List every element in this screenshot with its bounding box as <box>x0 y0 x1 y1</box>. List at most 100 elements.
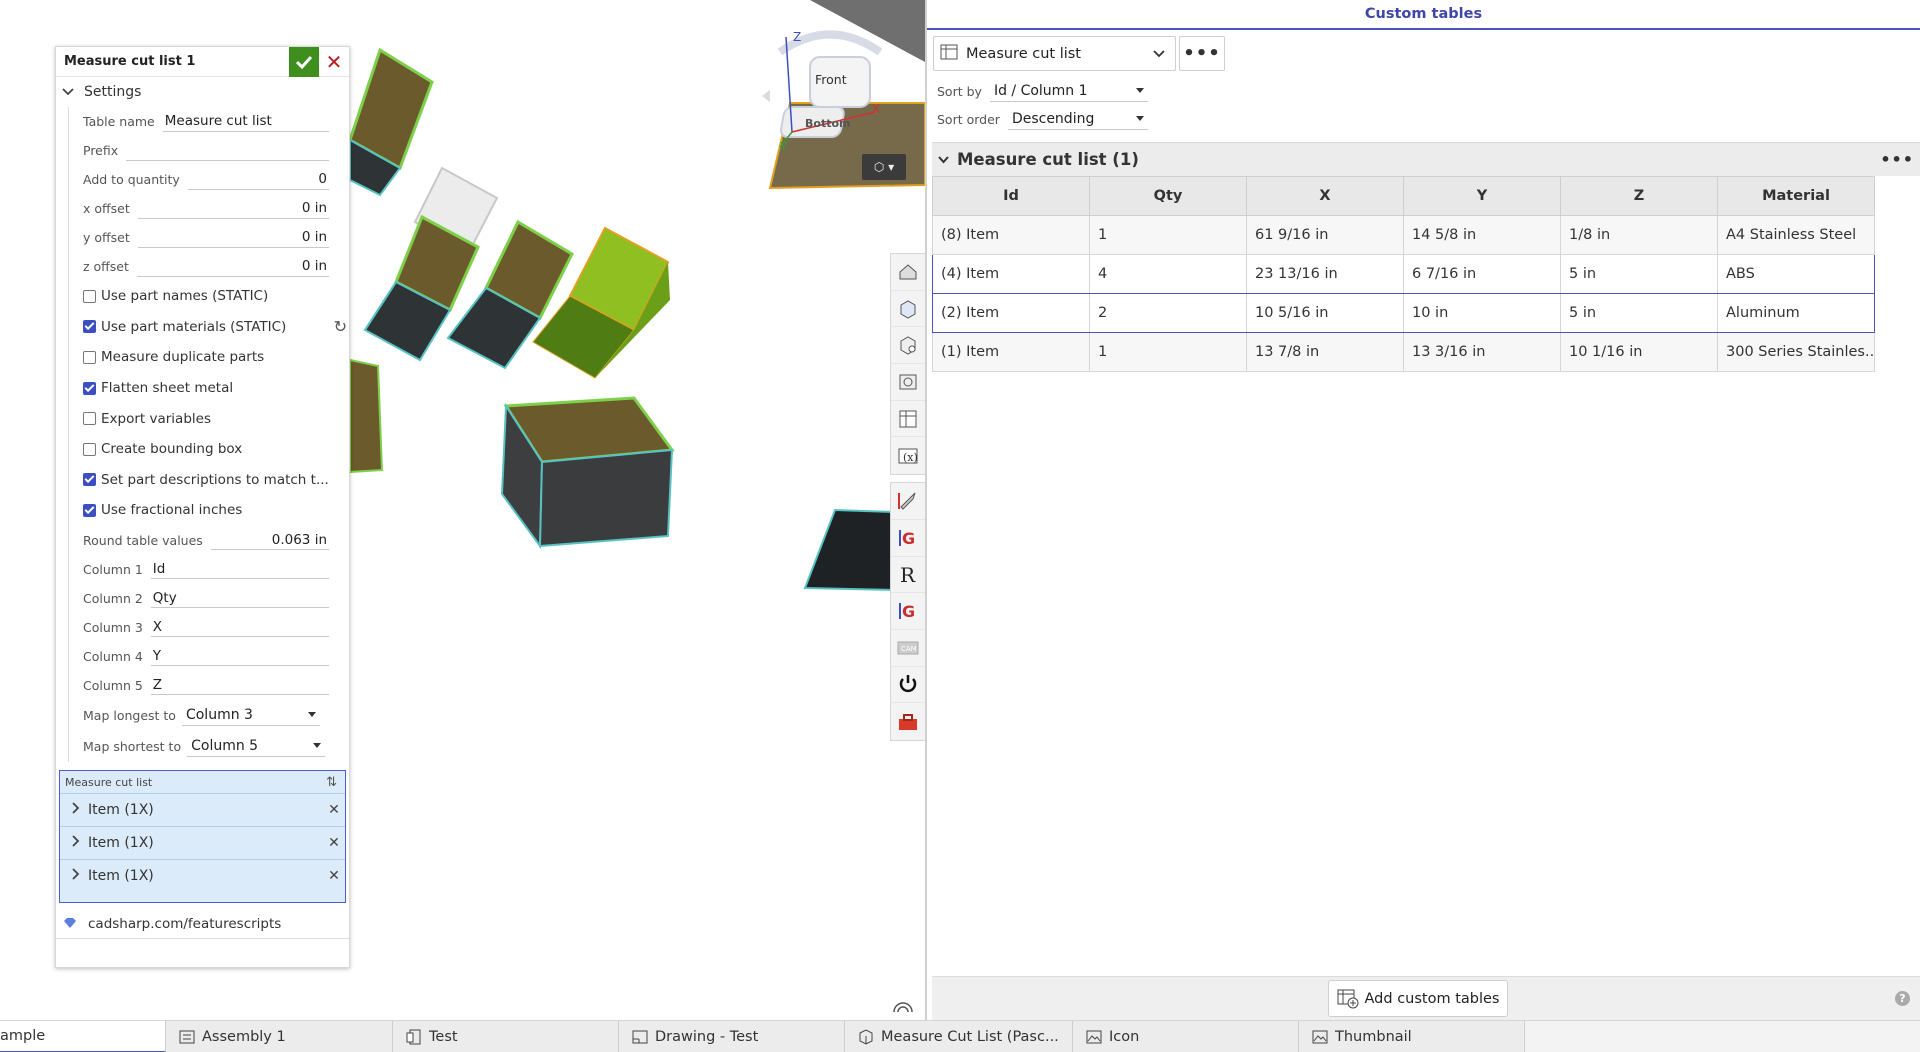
part-properties-button[interactable] <box>891 291 925 328</box>
app-cam-button[interactable]: CAM <box>891 630 925 667</box>
checkbox-checked[interactable] <box>83 473 96 487</box>
remove-icon[interactable]: ✕ <box>323 835 345 851</box>
bom-table-button[interactable] <box>891 401 925 438</box>
map-longest-select[interactable]: Column 3 <box>181 704 320 727</box>
table-name-input[interactable]: Measure cut list <box>162 112 329 132</box>
table-cell[interactable]: 5 in <box>1560 254 1718 294</box>
z-offset-input[interactable]: 0 in <box>136 257 329 277</box>
checkbox-checked[interactable] <box>83 320 96 334</box>
part-5[interactable] <box>500 396 675 549</box>
cancel-button[interactable]: ✕ <box>319 47 349 77</box>
column-1-input[interactable]: Id <box>150 559 329 580</box>
help-icon[interactable]: ? <box>1895 991 1910 1006</box>
app-rocket-button[interactable] <box>891 483 925 520</box>
variables-button[interactable]: (x) <box>891 437 925 474</box>
tab-thumbnail[interactable]: Thumbnail <box>1299 1021 1525 1052</box>
table-cell[interactable]: A4 Stainless Steel <box>1717 215 1875 255</box>
table-cell[interactable]: 1 <box>1089 332 1247 372</box>
column-4-input[interactable]: Y <box>150 646 329 667</box>
checkbox-unchecked[interactable] <box>83 442 96 456</box>
settings-section-toggle[interactable]: Settings <box>56 77 349 107</box>
table-cell[interactable]: Aluminum <box>1717 293 1875 333</box>
app-g-button-1[interactable]: G <box>891 520 925 557</box>
y-offset-input[interactable]: 0 in <box>137 228 329 248</box>
sort-icon[interactable]: ⇅ <box>326 775 337 790</box>
part-plate[interactable] <box>803 508 896 592</box>
use-part-materials-checkbox[interactable]: Use part materials (STATIC) ↻ <box>83 312 349 343</box>
view-cube[interactable]: Front Bottom Z X Y ⬡ ▾ <box>760 22 910 180</box>
table-cell[interactable]: 5 in <box>1560 293 1718 333</box>
round-values-input[interactable]: 0.063 in <box>210 530 329 551</box>
tab-assembly[interactable]: Assembly 1 <box>166 1021 393 1052</box>
table-select-dropdown[interactable]: Measure cut list <box>933 36 1176 71</box>
checkbox-checked[interactable] <box>83 503 96 517</box>
sort-order-select[interactable]: Descending <box>1007 108 1148 130</box>
measure-button[interactable] <box>891 364 925 401</box>
section-view-icon[interactable] <box>892 998 914 1014</box>
list-item[interactable]: Item (1X) ✕ <box>60 826 345 859</box>
table-row[interactable]: (2) Item 2 10 5/16 in 10 in 5 in Aluminu… <box>932 293 1875 333</box>
table-row[interactable]: (8) Item 1 61 9/16 in 14 5/8 in 1/8 in A… <box>932 215 1875 255</box>
table-cell[interactable]: 23 13/16 in <box>1246 254 1404 294</box>
set-part-descriptions-checkbox[interactable]: Set part descriptions to match t... <box>83 465 349 496</box>
remove-icon[interactable]: ✕ <box>323 802 345 818</box>
use-fractional-inches-checkbox[interactable]: Use fractional inches <box>83 495 349 526</box>
table-cell[interactable]: 10 1/16 in <box>1560 332 1718 372</box>
app-r-button[interactable]: R <box>891 557 925 594</box>
part-1[interactable] <box>348 47 434 197</box>
app-power-button[interactable] <box>891 667 925 704</box>
remove-icon[interactable]: ✕ <box>323 868 345 884</box>
table-cell[interactable]: ABS <box>1717 254 1875 294</box>
table-cell[interactable]: (8) Item <box>932 215 1090 255</box>
table-row[interactable]: (1) Item 1 13 7/8 in 13 3/16 in 10 1/16 … <box>932 332 1875 372</box>
table-cell[interactable]: 13 3/16 in <box>1403 332 1561 372</box>
column-2-input[interactable]: Qty <box>150 588 329 609</box>
table-cell[interactable]: 1/8 in <box>1560 215 1718 255</box>
column-header[interactable]: Material <box>1717 176 1875 216</box>
create-bounding-box-checkbox[interactable]: Create bounding box <box>83 434 349 465</box>
column-header[interactable]: Qty <box>1089 176 1247 216</box>
cut-list-array[interactable]: Measure cut list ⇅ Item (1X) ✕ Item (1X)… <box>59 770 346 903</box>
map-shortest-select[interactable]: Column 5 <box>187 735 326 758</box>
x-offset-input[interactable]: 0 in <box>137 199 329 219</box>
column-header[interactable]: Y <box>1403 176 1561 216</box>
sort-by-select[interactable]: Id / Column 1 <box>989 80 1148 102</box>
chevron-right-icon[interactable] <box>72 868 80 884</box>
table-cell[interactable]: (2) Item <box>932 293 1090 333</box>
column-header[interactable]: Id <box>932 176 1090 216</box>
table-cell[interactable]: 2 <box>1089 293 1247 333</box>
table-cell[interactable]: 61 9/16 in <box>1246 215 1404 255</box>
table-cell[interactable]: 14 5/8 in <box>1403 215 1561 255</box>
table-cell[interactable]: 10 5/16 in <box>1246 293 1404 333</box>
feature-dialog[interactable]: Measure cut list 1 ✕ Settings Table name… <box>55 46 350 968</box>
chevron-down-icon[interactable] <box>938 155 949 164</box>
flatten-sheet-metal-checkbox[interactable]: Flatten sheet metal <box>83 373 349 404</box>
export-variables-checkbox[interactable]: Export variables <box>83 403 349 434</box>
table-row[interactable]: (4) Item 4 23 13/16 in 6 7/16 in 5 in AB… <box>932 254 1875 294</box>
table-cell[interactable]: 300 Series Stainles... <box>1717 332 1875 372</box>
tab-part-studio-active[interactable]: ample <box>0 1021 166 1052</box>
accept-button[interactable] <box>289 46 319 77</box>
view-options-button[interactable]: ⬡ ▾ <box>862 154 906 180</box>
appearance-tool-button[interactable] <box>891 254 925 291</box>
table-more-button[interactable]: ••• <box>1179 36 1225 71</box>
table-cell[interactable]: 4 <box>1089 254 1247 294</box>
list-item[interactable]: Item (1X) ✕ <box>60 793 345 826</box>
table-cell[interactable]: (4) Item <box>932 254 1090 294</box>
view-cube-bottom-label[interactable]: Bottom <box>805 117 850 130</box>
column-header[interactable]: X <box>1246 176 1404 216</box>
table-cell[interactable]: 1 <box>1089 215 1247 255</box>
group-more-button[interactable]: ••• <box>1880 150 1914 169</box>
tab-measure-cut-list[interactable]: Measure Cut List (Pasc... <box>845 1021 1073 1052</box>
column-5-input[interactable]: Z <box>150 675 329 696</box>
table-cell[interactable]: (1) Item <box>932 332 1090 372</box>
table-group-header[interactable]: Measure cut list (1) ••• <box>932 142 1920 176</box>
mass-properties-button[interactable] <box>891 327 925 365</box>
add-quantity-input[interactable]: 0 <box>187 170 329 190</box>
checkbox-unchecked[interactable] <box>83 350 96 364</box>
checkbox-checked[interactable] <box>83 381 96 395</box>
column-header[interactable]: Z <box>1560 176 1718 216</box>
view-cube-front-label[interactable]: Front <box>815 72 847 87</box>
list-item[interactable]: Item (1X) ✕ <box>60 859 345 892</box>
part-4[interactable] <box>349 358 384 474</box>
